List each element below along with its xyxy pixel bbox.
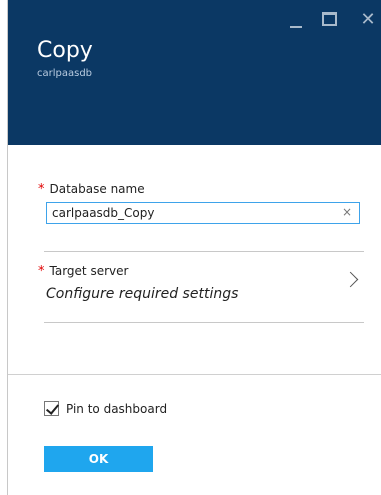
database-name-label: * Database name	[38, 182, 145, 197]
target-server-label: * Target server	[38, 264, 128, 279]
pin-to-dashboard-checkbox[interactable]	[44, 401, 60, 416]
checkmark-icon	[45, 401, 60, 415]
copy-database-blade: ✕ Copy carlpaasdb * Database name × * Targ…	[7, 0, 381, 495]
database-name-field[interactable]: ×	[46, 202, 360, 224]
divider	[44, 251, 364, 252]
target-server-label-text: Target server	[49, 264, 129, 278]
pin-to-dashboard-label: Pin to dashboard	[66, 402, 168, 416]
divider	[44, 322, 364, 323]
target-server-selector[interactable]: * Target server Configure required settin…	[38, 262, 364, 314]
minimize-icon[interactable]	[286, 11, 306, 31]
blade-header: ✕ Copy carlpaasdb	[8, 0, 381, 145]
database-name-label-text: Database name	[49, 182, 145, 196]
maximize-glyph	[322, 12, 337, 26]
blade-subtitle: carlpaasdb	[37, 68, 93, 79]
database-name-input[interactable]	[52, 204, 332, 222]
close-icon[interactable]: ✕	[358, 11, 378, 31]
ok-button[interactable]: OK	[44, 446, 153, 472]
maximize-icon[interactable]	[319, 11, 339, 31]
required-marker: *	[38, 182, 45, 197]
footer-divider	[8, 374, 381, 375]
required-marker: *	[38, 264, 45, 279]
blade-title: Copy	[37, 38, 93, 63]
target-server-value: Configure required settings	[46, 286, 239, 302]
clear-icon[interactable]: ×	[342, 205, 352, 219]
chevron-right-icon[interactable]	[342, 271, 359, 288]
minimize-glyph	[290, 26, 302, 28]
